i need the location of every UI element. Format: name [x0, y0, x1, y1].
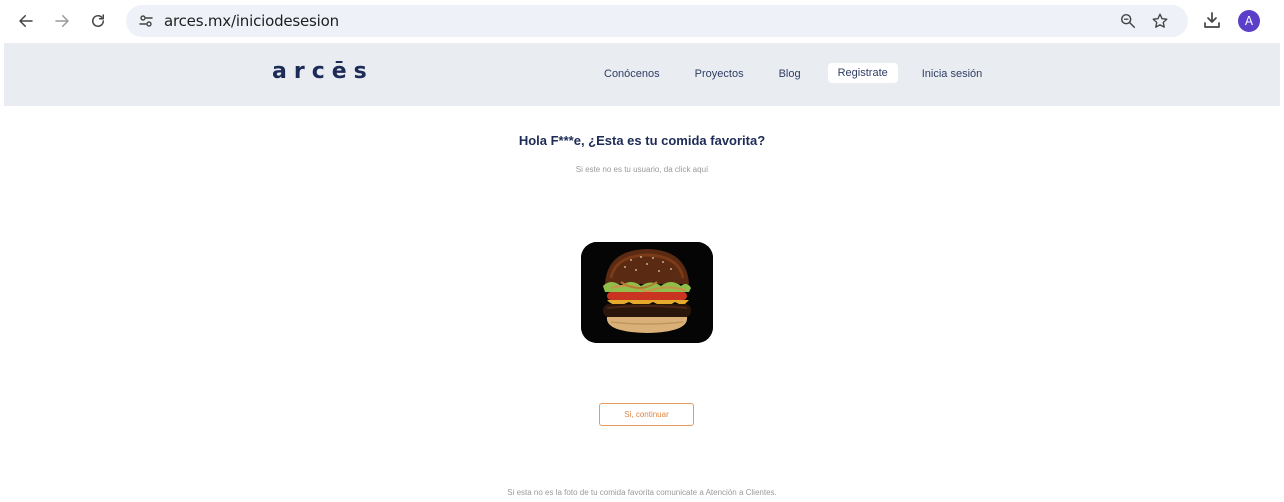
nav-conocenos[interactable]: Conócenos — [604, 68, 660, 80]
nav-inicia-sesion[interactable]: Inicia sesión — [922, 68, 983, 80]
customer-service-note: Si esta no es la foto de tu comida favor… — [507, 488, 777, 497]
nav-proyectos[interactable]: Proyectos — [695, 68, 744, 80]
site-header: arcēs Conócenos Proyectos Blog Registrat… — [4, 43, 1280, 106]
site-settings-icon[interactable] — [134, 9, 158, 33]
back-icon[interactable] — [14, 9, 38, 33]
profile-avatar[interactable]: A — [1238, 10, 1260, 32]
zoom-icon[interactable] — [1118, 11, 1138, 31]
download-icon[interactable] — [1202, 10, 1224, 32]
greeting-heading: Hola F***e, ¿Esta es tu comida favorita? — [518, 133, 766, 148]
browser-toolbar: arces.mx/iniciodesesion A — [0, 0, 1284, 42]
forward-icon[interactable] — [50, 9, 74, 33]
not-your-user-link[interactable]: Si este no es tu usuario, da click aquí — [0, 165, 1284, 174]
burger-illustration — [581, 242, 713, 343]
site-logo[interactable]: arcēs — [272, 59, 374, 84]
nav-blog[interactable]: Blog — [779, 68, 801, 80]
reload-icon[interactable] — [86, 9, 110, 33]
continue-button[interactable]: Si, continuar — [599, 403, 694, 426]
url-text[interactable]: arces.mx/iniciodesesion — [164, 12, 339, 30]
favorite-food-image — [581, 242, 713, 343]
bookmark-star-icon[interactable] — [1150, 11, 1170, 31]
nav-registrate-button[interactable]: Registrate — [827, 63, 898, 83]
main-nav: Conócenos Proyectos Blog Registrate Inic… — [604, 63, 1017, 83]
address-bar[interactable]: arces.mx/iniciodesesion — [126, 5, 1188, 37]
